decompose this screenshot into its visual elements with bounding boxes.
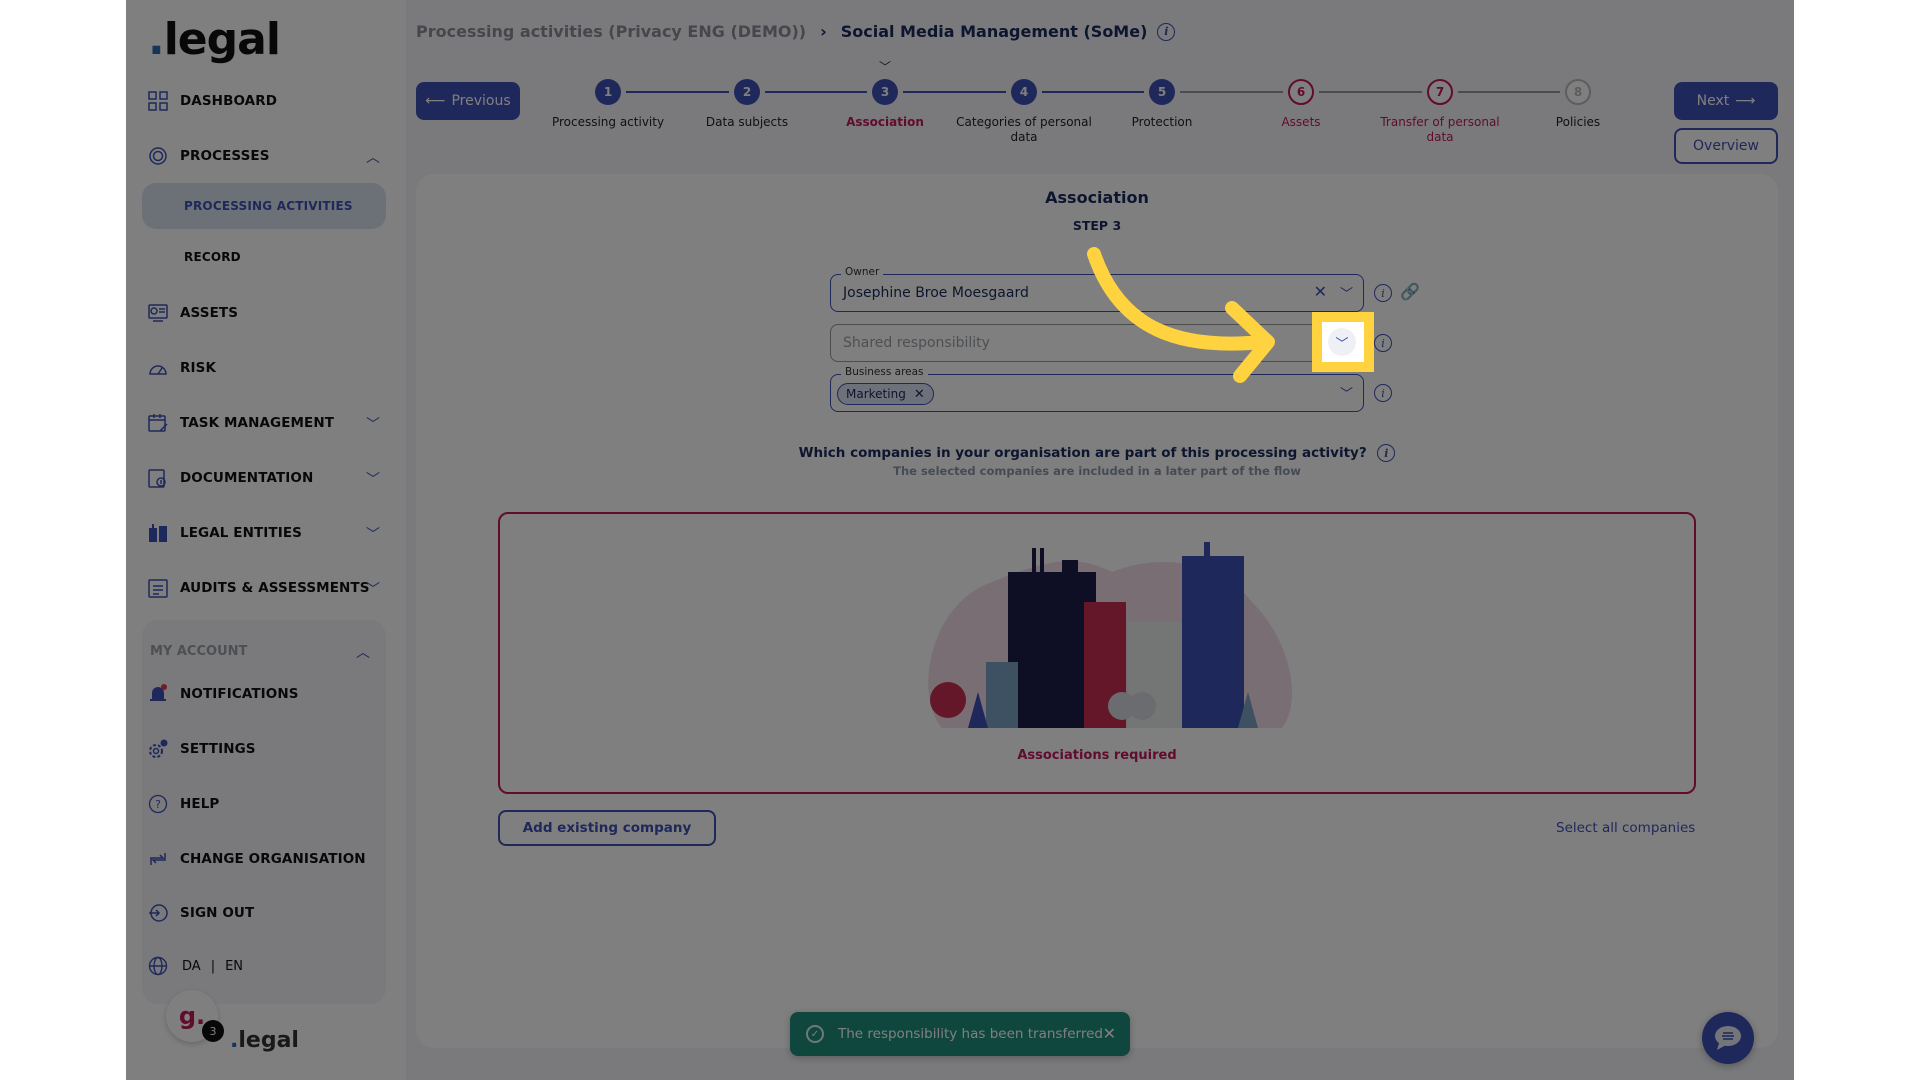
globe-icon — [148, 956, 168, 976]
sidebar-item-help[interactable]: ? HELP — [148, 789, 388, 819]
step-circle: 2 — [734, 79, 760, 105]
sidebar-item-legal-entities[interactable]: LEGAL ENTITIES ﹀ — [148, 518, 388, 548]
associations-required-message: Associations required — [1017, 748, 1177, 763]
task-calendar-icon — [148, 413, 168, 433]
check-circle-icon: ✓ — [806, 1025, 824, 1043]
chevron-down-icon[interactable]: ﹀ — [366, 469, 380, 489]
next-button[interactable]: Next ⟶ — [1674, 82, 1778, 120]
step-circle: 4 — [1011, 79, 1037, 105]
sign-out-icon — [148, 903, 168, 923]
svg-text:?: ? — [155, 798, 161, 811]
help-icon: ? — [148, 794, 168, 814]
chevron-down-icon[interactable]: ﹀ — [366, 414, 380, 434]
remove-chip-icon[interactable]: ✕ — [914, 387, 925, 402]
city-illustration — [928, 542, 1292, 728]
association-card: Association STEP 3 Owner Josephine Broe … — [416, 174, 1778, 1048]
language-da[interactable]: DA — [182, 959, 201, 974]
arrow-right-icon: ⟶ — [1735, 93, 1756, 109]
sidebar-item-audits-assessments[interactable]: AUDITS & ASSESSMENTS ﹀ — [148, 573, 388, 603]
app-window: .legal DASHBOARD PROCESSES ︿ PROCESSING … — [126, 0, 1794, 1080]
step-7[interactable]: 7 Transfer of personal data — [1370, 79, 1510, 145]
step-1[interactable]: 1 Processing activity — [538, 79, 678, 130]
companies-question-subtitle: The selected companies are included in a… — [893, 464, 1301, 478]
step-label: Assets — [1281, 115, 1321, 129]
bell-icon — [148, 684, 168, 704]
sidebar-item-task-management[interactable]: TASK MANAGEMENT ﹀ — [148, 408, 388, 438]
section-title: Association — [1045, 188, 1149, 207]
step-circle: 6 — [1288, 79, 1314, 105]
clear-icon[interactable]: ✕ — [1314, 282, 1327, 301]
step-circle: 5 — [1149, 79, 1175, 105]
step-3[interactable]: 3 Association — [815, 79, 955, 130]
sidebar-item-documentation[interactable]: DOCUMENTATION ﹀ — [148, 463, 388, 493]
question-info-icon[interactable]: i — [1377, 444, 1396, 462]
org-badge-count: 3 — [202, 1020, 224, 1042]
chevron-down-icon[interactable]: ﹀ — [1340, 283, 1353, 302]
step-label: Transfer of personal data — [1380, 115, 1500, 144]
step-label: Categories of personal data — [956, 115, 1092, 144]
step-label: Association — [846, 115, 924, 129]
business-areas-info-icon[interactable]: i — [1374, 384, 1392, 402]
step-8[interactable]: 8 Policies — [1508, 79, 1648, 130]
sidebar-item-risk[interactable]: RISK — [148, 353, 388, 383]
success-toast: ✓ The responsibility has been transferre… — [790, 1012, 1130, 1056]
link-icon[interactable]: 🔗 — [1400, 282, 1420, 301]
gear-icon — [148, 739, 168, 759]
chevron-down-icon[interactable]: ﹀ — [366, 579, 380, 599]
language-en[interactable]: EN — [225, 959, 243, 974]
sidebar-subitem-record[interactable]: RECORD — [142, 234, 386, 280]
step-4[interactable]: 4 Categories of personal data — [954, 79, 1094, 145]
add-existing-company-button[interactable]: Add existing company — [498, 810, 716, 846]
risk-gauge-icon — [148, 358, 168, 378]
business-areas-field[interactable]: Business areas Marketing ✕ ﹀ — [830, 366, 1364, 412]
owner-field[interactable]: Owner Josephine Broe Moesgaard ✕ ﹀ — [830, 266, 1364, 312]
shared-responsibility-dropdown-button[interactable]: ﹀ — [1331, 329, 1359, 357]
step-circle: 1 — [595, 79, 621, 105]
overview-button[interactable]: Overview — [1674, 128, 1778, 164]
companies-question: Which companies in your organisation are… — [416, 444, 1778, 462]
sidebar-subitem-processing-activities[interactable]: PROCESSING ACTIVITIES — [142, 183, 386, 229]
step-2[interactable]: 2 Data subjects — [677, 79, 817, 130]
step-label: Processing activity — [551, 115, 665, 129]
owner-value: Josephine Broe Moesgaard — [843, 285, 1029, 301]
chevron-down-icon[interactable]: ﹀ — [1340, 383, 1353, 402]
chat-bubble-icon — [1715, 1026, 1741, 1050]
owner-info-icon[interactable]: i — [1374, 284, 1392, 302]
buildings-icon — [148, 523, 168, 543]
step-circle: 8 — [1565, 79, 1591, 105]
associations-box: Associations required — [498, 512, 1696, 794]
audit-checklist-icon — [148, 578, 168, 598]
chevron-down-icon[interactable]: ﹀ — [366, 524, 380, 544]
business-area-chip: Marketing ✕ — [837, 383, 934, 405]
step-label: Data subjects — [705, 115, 789, 129]
current-step-caret-icon: ﹀ — [879, 60, 892, 74]
sidebar-item-change-organisation[interactable]: CHANGE ORGANISATION — [148, 844, 388, 874]
sidebar-item-sign-out[interactable]: SIGN OUT — [148, 898, 388, 928]
step-circle: 7 — [1427, 79, 1453, 105]
assets-icon — [148, 303, 168, 323]
step-label: Policies — [1555, 115, 1601, 129]
sidebar-item-settings[interactable]: SETTINGS — [148, 734, 388, 764]
sidebar-item-notifications[interactable]: NOTIFICATIONS — [148, 679, 388, 709]
shared-responsibility-info-icon[interactable]: i — [1374, 334, 1392, 352]
step-label: STEP 3 — [1072, 218, 1122, 233]
shared-responsibility-field[interactable]: Shared responsibility ﹀ — [830, 324, 1364, 362]
toast-message: The responsibility has been transferred — [838, 1026, 1103, 1042]
language-switcher: DA | EN — [148, 956, 243, 976]
step-circle: 3 — [872, 79, 898, 105]
sidebar: .legal DASHBOARD PROCESSES ︿ PROCESSING … — [126, 0, 406, 1080]
step-label: Protection — [1131, 115, 1193, 129]
chat-button[interactable] — [1702, 1012, 1754, 1064]
step-6[interactable]: 6 Assets — [1231, 79, 1371, 130]
close-icon[interactable]: ✕ — [1103, 1024, 1116, 1043]
select-all-companies-link[interactable]: Select all companies — [1556, 820, 1695, 836]
stepper: 1 Processing activity 2 Data subjects 3 Assoc… — [126, 0, 1794, 160]
chevron-up-icon[interactable]: ︿ — [356, 642, 370, 662]
footer-logo: .legal — [230, 1028, 299, 1053]
swap-icon — [148, 849, 168, 869]
my-account-title: MY ACCOUNT — [150, 644, 248, 659]
documentation-icon — [148, 468, 168, 488]
sidebar-item-assets[interactable]: ASSETS — [148, 298, 388, 328]
step-5[interactable]: 5 Protection — [1092, 79, 1232, 130]
